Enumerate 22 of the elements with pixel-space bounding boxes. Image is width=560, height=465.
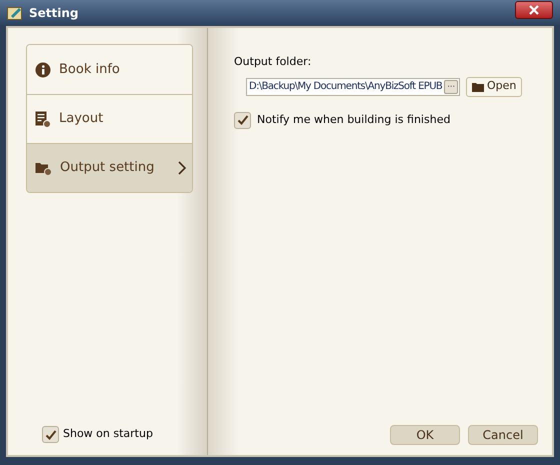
document-gear-icon <box>35 110 51 128</box>
checkbox-label: Show on startup <box>63 426 153 442</box>
close-button[interactable] <box>515 0 553 18</box>
checkbox[interactable] <box>42 426 59 443</box>
ok-button[interactable]: OK <box>390 425 460 445</box>
checkbox[interactable] <box>234 112 251 128</box>
nav-item[interactable]: Output setting <box>27 143 192 192</box>
field-label: Output folder: <box>234 54 312 70</box>
checkbox-label: Notify me when building is finished <box>257 112 450 128</box>
folder-icon <box>472 82 484 92</box>
open-button[interactable]: Open <box>466 76 522 96</box>
checkmark-icon <box>44 428 56 440</box>
close-icon <box>529 4 539 14</box>
folder-gear-icon <box>35 160 52 176</box>
cancel-button[interactable]: Cancel <box>468 425 538 445</box>
app-icon <box>7 4 23 20</box>
folder-path-field[interactable]: D:\Backup\My Documents\AnyBizSoft EPUB ··· <box>246 78 460 96</box>
info-icon <box>35 62 51 78</box>
browse-button[interactable]: ··· <box>444 80 458 94</box>
window-title: Setting <box>29 4 80 22</box>
chevron-right-icon <box>178 161 186 175</box>
checkmark-icon <box>236 114 248 126</box>
